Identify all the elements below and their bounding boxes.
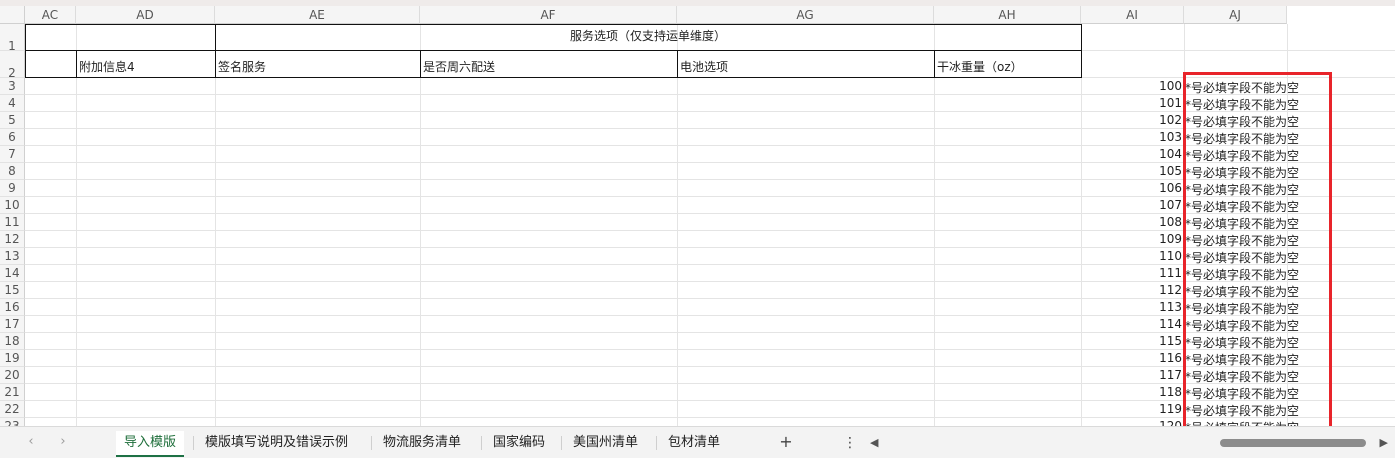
scroll-right-icon[interactable]: ▶ <box>1380 436 1388 449</box>
row-header-11[interactable]: 11 <box>0 214 25 231</box>
row-header-10[interactable]: 10 <box>0 197 25 214</box>
row-header-20[interactable]: 20 <box>0 367 25 384</box>
ah-cell[interactable]: 105 <box>1081 164 1182 178</box>
ah-cell[interactable]: 109 <box>1081 232 1182 246</box>
merged-header-service-options[interactable]: 服务选项（仅支持运单维度） <box>215 27 1081 44</box>
sheet-tab-import-template[interactable]: 导入模版 <box>116 431 185 457</box>
ah-cell[interactable]: 108 <box>1081 215 1182 229</box>
horizontal-scrollbar[interactable]: ◀ ▶ <box>868 435 1390 451</box>
ah-cell[interactable]: 103 <box>1081 130 1182 144</box>
row-header-8[interactable]: 8 <box>0 163 25 180</box>
column-header-aj[interactable]: AJ <box>1184 6 1287 24</box>
ah-cell[interactable]: 115 <box>1081 334 1182 348</box>
ah-cell[interactable]: 111 <box>1081 266 1182 280</box>
ah-cell[interactable]: 107 <box>1081 198 1182 212</box>
ah-cell[interactable]: 104 <box>1081 147 1182 161</box>
table-border <box>76 51 77 78</box>
highlight-box <box>1183 72 1332 426</box>
ah-cell[interactable]: 110 <box>1081 249 1182 263</box>
table-border <box>420 51 421 78</box>
sheet-tab-country-codes[interactable]: 国家编码 <box>485 431 553 455</box>
ah-cell[interactable]: 116 <box>1081 351 1182 365</box>
spreadsheet-grid[interactable]: AC AD AE AF AG AH AI AJ 1 2 3 4 5 6 7 8 9 10 11 12 13 14 15 16 1… <box>0 6 1395 426</box>
row-header-7[interactable]: 7 <box>0 146 25 163</box>
scrollbar-thumb[interactable] <box>1220 439 1366 447</box>
ah-cell[interactable]: 101 <box>1081 96 1182 110</box>
ah-cell[interactable]: 120 <box>1081 419 1182 426</box>
column-header-ah[interactable]: AH <box>934 6 1081 24</box>
row-header-16[interactable]: 16 <box>0 299 25 316</box>
header-cell-extra-info-4[interactable]: 附加信息4 <box>79 58 135 75</box>
row-header-13[interactable]: 13 <box>0 248 25 265</box>
tab-divider <box>371 436 372 450</box>
ah-cell[interactable]: 119 <box>1081 402 1182 416</box>
ah-cell[interactable]: 118 <box>1081 385 1182 399</box>
chevron-right-icon[interactable]: › <box>54 434 72 450</box>
header-cell-battery-option[interactable]: 电池选项 <box>680 58 728 75</box>
row-header-3[interactable]: 3 <box>0 78 25 95</box>
ah-cell[interactable]: 106 <box>1081 181 1182 195</box>
tab-divider <box>481 436 482 450</box>
select-all-corner[interactable] <box>0 6 25 24</box>
table-border <box>25 50 1081 51</box>
row-header-15[interactable]: 15 <box>0 282 25 299</box>
sheet-tab-logistics-services[interactable]: 物流服务清单 <box>375 431 469 455</box>
sheet-tab-bar: ‹ › 导入模版 模版填写说明及错误示例 物流服务清单 国家编码 美国州清单 包… <box>0 426 1395 458</box>
header-cell-dry-ice-weight[interactable]: 干冰重量（oz） <box>937 58 1023 75</box>
ah-cell[interactable]: 102 <box>1081 113 1182 127</box>
row-header-5[interactable]: 5 <box>0 112 25 129</box>
column-header-ae[interactable]: AE <box>215 6 420 24</box>
column-header-ai[interactable]: AI <box>1081 6 1184 24</box>
plus-icon[interactable]: + <box>776 431 796 453</box>
ah-cell[interactable]: 100 <box>1081 79 1182 93</box>
row-header-1[interactable]: 1 <box>0 24 25 53</box>
column-header-ag[interactable]: AG <box>677 6 934 24</box>
table-border <box>25 77 1081 78</box>
row-header-22[interactable]: 22 <box>0 401 25 418</box>
table-border <box>1081 24 1082 78</box>
column-header-ad[interactable]: AD <box>76 6 215 24</box>
row-header-19[interactable]: 19 <box>0 350 25 367</box>
column-header-ac[interactable]: AC <box>25 6 76 24</box>
column-header-af[interactable]: AF <box>420 6 677 24</box>
ah-cell[interactable]: 114 <box>1081 317 1182 331</box>
table-border <box>677 51 678 78</box>
table-border <box>934 51 935 78</box>
row-header-12[interactable]: 12 <box>0 231 25 248</box>
row-header-21[interactable]: 21 <box>0 384 25 401</box>
chevron-left-icon[interactable]: ‹ <box>22 434 40 450</box>
row-header-23[interactable]: 23 <box>0 418 25 426</box>
table-border <box>25 24 26 78</box>
row-header-17[interactable]: 17 <box>0 316 25 333</box>
sheet-tab-packaging[interactable]: 包材清单 <box>660 431 728 455</box>
tab-divider <box>656 436 657 450</box>
more-vertical-icon[interactable]: ⋮ <box>843 433 857 453</box>
sheet-tab-instructions[interactable]: 模版填写说明及错误示例 <box>197 431 356 455</box>
row-header-6[interactable]: 6 <box>0 129 25 146</box>
table-border <box>25 24 1081 25</box>
row-header-14[interactable]: 14 <box>0 265 25 282</box>
tab-divider <box>193 436 194 450</box>
header-cell-signature-service[interactable]: 签名服务 <box>218 58 266 75</box>
row-header-2[interactable]: 2 <box>0 51 25 80</box>
ah-cell[interactable]: 117 <box>1081 368 1182 382</box>
ah-cell[interactable]: 113 <box>1081 300 1182 314</box>
row-header-4[interactable]: 4 <box>0 95 25 112</box>
row-header-9[interactable]: 9 <box>0 180 25 197</box>
sheet-tab-us-states[interactable]: 美国州清单 <box>565 431 646 455</box>
row-header-18[interactable]: 18 <box>0 333 25 350</box>
tab-divider <box>561 436 562 450</box>
ah-cell[interactable]: 112 <box>1081 283 1182 297</box>
header-cell-saturday-delivery[interactable]: 是否周六配送 <box>423 58 495 75</box>
scroll-left-icon[interactable]: ◀ <box>870 436 878 449</box>
